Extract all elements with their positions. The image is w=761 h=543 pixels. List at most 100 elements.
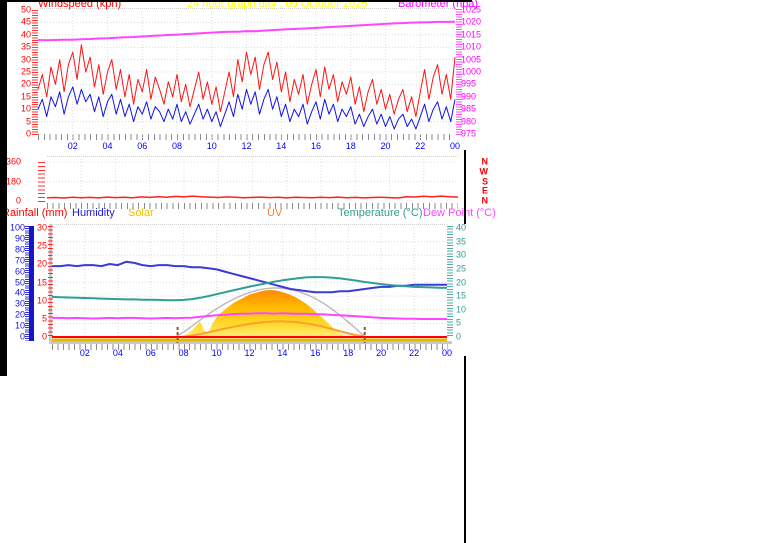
humidity-tick-label: 20 bbox=[14, 309, 25, 320]
humidity-tick-label: 80 bbox=[14, 244, 25, 255]
hour-tick-label: 00 bbox=[449, 141, 461, 151]
temp-tick-label: 10 bbox=[456, 304, 467, 315]
hpa-tick-label: 995 bbox=[461, 78, 477, 89]
window-frame-right-upper bbox=[464, 150, 466, 224]
hour-tick-label: 20 bbox=[376, 348, 387, 358]
main-chart-plot-area bbox=[52, 224, 447, 342]
kph-tick-label: 5 bbox=[25, 116, 31, 127]
rain-tick-label: 10 bbox=[36, 295, 47, 306]
hpa-tick-label: 1005 bbox=[461, 54, 482, 65]
hpa-tick-label: 990 bbox=[461, 91, 477, 102]
hour-tick-label: 12 bbox=[241, 141, 252, 151]
hpa-tick-label: 985 bbox=[461, 103, 477, 114]
humidity-axis-ticks bbox=[25, 226, 29, 341]
hour-tick-label: 04 bbox=[102, 141, 113, 151]
hpa-tick-label: 1015 bbox=[461, 29, 482, 40]
compass-letter: N bbox=[481, 156, 489, 167]
compass-letter: N bbox=[481, 195, 489, 206]
direction-axis-ticks bbox=[38, 162, 45, 202]
legend-solar: Solar bbox=[128, 207, 154, 219]
hour-tick-label: 02 bbox=[67, 141, 78, 151]
humidity-tick-label: 70 bbox=[14, 255, 25, 266]
legend-uv: UV bbox=[267, 207, 283, 219]
hour-tick-label: 08 bbox=[171, 141, 183, 151]
hpa-tick-label: 1010 bbox=[461, 41, 482, 52]
window-frame-right-lower bbox=[464, 356, 466, 543]
legend-humidity: Humidity bbox=[72, 207, 115, 219]
kph-tick-label: 40 bbox=[20, 29, 31, 40]
hour-tick-label: 10 bbox=[211, 348, 222, 358]
humidity-tick-label: 100 bbox=[9, 222, 25, 233]
hpa-tick-label: 1000 bbox=[461, 66, 482, 77]
compass-letter: S bbox=[481, 176, 488, 186]
hour-tick-label: 06 bbox=[145, 348, 156, 358]
hour-tick-label: 04 bbox=[112, 348, 123, 358]
window-frame-left bbox=[0, 0, 7, 376]
hour-tick-label: 22 bbox=[415, 141, 426, 151]
temp-tick-label: 25 bbox=[456, 263, 467, 274]
humidity-tick-label: 10 bbox=[14, 320, 25, 331]
rain-tick-label: 5 bbox=[41, 313, 47, 324]
temp-tick-label: 20 bbox=[456, 277, 467, 287]
humidity-tick-label: 30 bbox=[14, 298, 25, 309]
rain-tick-label: 20 bbox=[36, 258, 47, 269]
window-frame-top bbox=[0, 0, 472, 2]
kph-tick-label: 20 bbox=[20, 78, 31, 89]
temp-tick-label: 5 bbox=[456, 317, 462, 328]
temp-tick-label: 40 bbox=[456, 222, 467, 233]
weather-graph-window: Windspeed (kph) 24 hour graph day : 09 O… bbox=[0, 0, 761, 543]
hpa-tick-label: 1020 bbox=[461, 16, 482, 27]
hour-tick-label: 22 bbox=[409, 348, 420, 358]
rain-tick-label: 15 bbox=[36, 277, 47, 287]
hpa-tick-label: 975 bbox=[461, 128, 477, 139]
temp-tick-label: 15 bbox=[456, 290, 467, 301]
wind-chart-plot-area bbox=[38, 8, 455, 141]
kph-tick-label: 35 bbox=[20, 41, 31, 52]
kph-tick-label: 30 bbox=[20, 54, 31, 65]
hour-tick-label: 18 bbox=[343, 348, 354, 358]
kph-tick-label: 45 bbox=[20, 16, 31, 27]
hour-tick-label: 18 bbox=[345, 141, 356, 151]
hpa-tick-label: 980 bbox=[461, 116, 477, 127]
humidity-axis-bar bbox=[29, 226, 34, 341]
windspeed-axis-ticks bbox=[32, 10, 38, 135]
kph-tick-label: 0 bbox=[25, 128, 31, 139]
compass-letter: E bbox=[481, 185, 488, 196]
deg-tick-label: 0 bbox=[15, 195, 21, 206]
hour-tick-label: 08 bbox=[178, 348, 189, 358]
temp-tick-label: 30 bbox=[456, 249, 467, 260]
hour-tick-label: 00 bbox=[441, 348, 452, 358]
kph-tick-label: 15 bbox=[20, 91, 31, 102]
humidity-tick-label: 40 bbox=[14, 287, 25, 298]
legend-dew-point: Dew Point (°C) bbox=[423, 207, 496, 219]
hour-tick-label: 14 bbox=[276, 141, 287, 151]
humidity-tick-label: 90 bbox=[14, 233, 25, 244]
humidity-tick-label: 60 bbox=[14, 266, 25, 277]
hour-tick-label: 12 bbox=[244, 348, 255, 358]
hpa-tick-label: 1025 bbox=[461, 4, 482, 15]
rain-tick-label: 25 bbox=[36, 240, 47, 251]
rain-tick-label: 0 bbox=[41, 331, 47, 342]
wind-chart-xaxis-ticks bbox=[38, 134, 455, 140]
compass-letter: W bbox=[479, 166, 489, 177]
temperature-axis-ticks bbox=[447, 226, 453, 338]
humidity-tick-label: 0 bbox=[19, 331, 25, 342]
temp-tick-label: 0 bbox=[456, 331, 462, 342]
kph-tick-label: 10 bbox=[20, 103, 31, 114]
legend-temperature: Temperature (°C) bbox=[338, 207, 423, 219]
hour-tick-label: 16 bbox=[310, 348, 321, 358]
kph-tick-label: 50 bbox=[20, 4, 31, 15]
rain-tick-label: 30 bbox=[36, 222, 47, 233]
hour-tick-label: 16 bbox=[310, 141, 322, 151]
temp-tick-label: 35 bbox=[456, 236, 467, 247]
deg-tick-label: 180 bbox=[5, 176, 21, 186]
hour-tick-label: 20 bbox=[380, 141, 391, 151]
deg-tick-label: 360 bbox=[5, 156, 21, 167]
hour-tick-label: 14 bbox=[277, 348, 288, 358]
humidity-tick-label: 50 bbox=[14, 277, 25, 287]
kph-tick-label: 25 bbox=[20, 66, 31, 77]
hour-tick-label: 02 bbox=[79, 348, 90, 358]
legend-rainfall: Rainfall (mm) bbox=[2, 207, 68, 219]
rainfall-axis-ticks bbox=[48, 226, 53, 338]
wind-direction-plot-area bbox=[47, 156, 458, 204]
